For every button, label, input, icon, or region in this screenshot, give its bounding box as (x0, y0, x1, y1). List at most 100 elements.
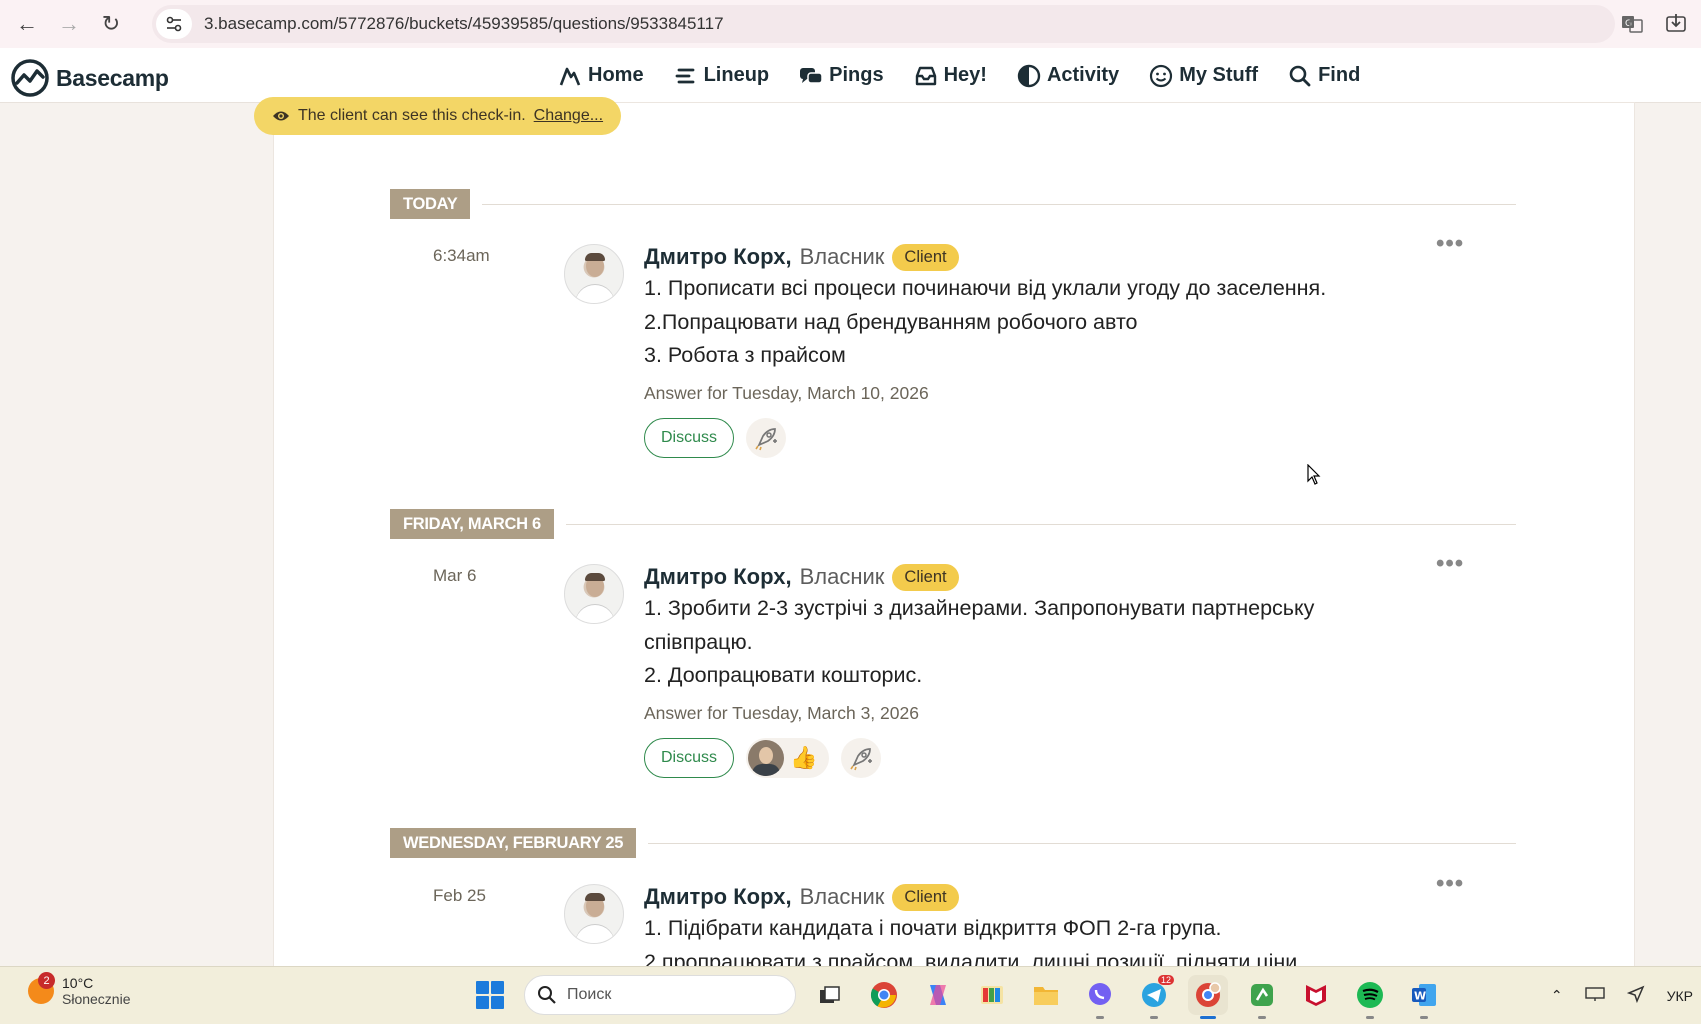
file-explorer-icon[interactable] (1026, 975, 1066, 1015)
author-name[interactable]: Дмитро Корх, (644, 244, 792, 270)
nav-activity-label: Activity (1046, 64, 1120, 86)
show-hidden-icons-icon[interactable]: ⌃ (1551, 987, 1563, 1004)
day-label: WEDNESDAY, FEBRUARY 25 (390, 828, 637, 858)
logo-text: Basecamp (56, 64, 169, 91)
nav-find-label: Find (1318, 64, 1361, 86)
copilot-icon[interactable] (918, 975, 958, 1015)
divider-line (565, 523, 1516, 525)
green-app-icon[interactable] (1242, 975, 1282, 1019)
author-role: Власник (799, 244, 885, 269)
visibility-text: The client can see this check-in. (298, 107, 526, 124)
url-text: 3.basecamp.com/5772876/buckets/45939585/… (204, 14, 724, 33)
avatar[interactable] (564, 564, 624, 624)
day-label: FRIDAY, MARCH 6 (390, 509, 554, 539)
weather-badge: 2 (38, 972, 55, 989)
avatar[interactable] (564, 244, 624, 304)
svg-text:W: W (1414, 990, 1426, 1003)
my-stuff-icon (1150, 64, 1173, 87)
day-label: TODAY (390, 189, 471, 219)
thumbs-up-icon: 👍 (790, 744, 818, 770)
nav-home-label: Home (588, 64, 644, 86)
nav-home[interactable]: Home (558, 64, 644, 88)
boost-reaction[interactable]: 👍 (746, 737, 830, 778)
discuss-button[interactable]: Discuss (644, 417, 735, 458)
rocket-boost-icon (755, 427, 778, 450)
answer-for-date[interactable]: Answer for Tuesday, March 10, 2026 (644, 383, 1464, 404)
author-name[interactable]: Дмитро Корх, (644, 564, 792, 590)
paint-app-icon[interactable] (972, 975, 1012, 1015)
taskbar-search[interactable]: Поиск (524, 975, 796, 1015)
weather-condition: Słonecznie (62, 991, 131, 1007)
nav-activity[interactable]: Activity (1017, 64, 1119, 88)
avatar[interactable] (564, 884, 624, 944)
weather-widget[interactable]: 2 10°C Słonecznie (28, 972, 131, 1007)
system-tray: ⌃ УКР (1551, 985, 1693, 1006)
nav-my-stuff-label: My Stuff (1179, 64, 1259, 86)
mouse-cursor-icon (1307, 463, 1321, 491)
start-button[interactable] (470, 975, 510, 1015)
nav-pings[interactable]: Pings (799, 64, 884, 88)
nav-find[interactable]: Find (1288, 64, 1360, 88)
entry-time[interactable]: 6:34am (433, 246, 490, 266)
answer-line: 3. Робота з прайсом (644, 343, 846, 367)
site-info-icon[interactable] (156, 9, 192, 39)
nav-my-stuff[interactable]: My Stuff (1149, 64, 1258, 88)
answer-line: 2.Попрацювати над брендуванням робочого … (644, 309, 1138, 334)
task-view-icon[interactable] (810, 975, 850, 1015)
reload-button[interactable]: ↻ (94, 7, 128, 41)
answer-line: 1. Підібрати кандидата і почати відкритт… (644, 916, 1222, 940)
windows-taskbar: 2 10°C Słonecznie Поиск 12 W ⌃ УКР (0, 966, 1701, 1024)
chrome-profile-icon[interactable] (1188, 975, 1228, 1019)
nav-lineup[interactable]: Lineup (674, 64, 769, 88)
search-icon (1289, 65, 1311, 86)
network-icon[interactable] (1584, 986, 1605, 1005)
divider-line (648, 842, 1516, 844)
author-role: Власник (799, 884, 885, 909)
translate-icon[interactable]: G (1617, 9, 1647, 39)
client-visibility-banner: The client can see this check-in. Change… (254, 97, 622, 135)
answer-line: 2.пропрацювати з прайсом, видалити, лишн… (644, 949, 1298, 967)
pings-icon (800, 67, 823, 84)
basecamp-logo[interactable]: Basecamp (10, 58, 169, 98)
address-bar[interactable]: 3.basecamp.com/5772876/buckets/45939585/… (152, 5, 1615, 43)
nav-pings-label: Pings (829, 64, 884, 86)
answer-line: 1. Зробити 2-3 зустрічі з дизайнерами. З… (644, 596, 1315, 620)
back-button[interactable]: ← (10, 7, 44, 41)
chrome-icon[interactable] (864, 975, 904, 1015)
client-badge: Client (892, 243, 959, 271)
spotify-icon[interactable] (1350, 975, 1390, 1019)
browser-toolbar: ← → ↻ 3.basecamp.com/5772876/buckets/459… (0, 0, 1701, 48)
more-options-icon[interactable]: ••• (1436, 550, 1464, 578)
author-role: Власник (799, 564, 885, 589)
boost-button[interactable] (841, 737, 882, 778)
more-options-icon[interactable]: ••• (1436, 870, 1464, 898)
nav-hey-label: Hey! (943, 64, 987, 86)
forward-button[interactable]: → (52, 7, 86, 41)
download-icon[interactable] (1661, 9, 1691, 39)
boost-button[interactable] (746, 417, 787, 458)
location-arrow-icon[interactable] (1626, 985, 1645, 1006)
author-name[interactable]: Дмитро Корх, (644, 884, 792, 910)
mcafee-icon[interactable] (1296, 975, 1336, 1015)
eye-icon (273, 111, 289, 121)
activity-icon (1017, 64, 1041, 87)
word-icon[interactable]: W (1404, 975, 1444, 1019)
answer-line: 2. Доопрацювати кошторис. (644, 663, 923, 687)
taskbar-search-placeholder: Поиск (567, 986, 612, 1003)
telegram-unread-count: 12 (1157, 975, 1174, 985)
entry-time[interactable]: Mar 6 (433, 566, 476, 586)
entry-time[interactable]: Feb 25 (433, 886, 486, 906)
viber-icon[interactable] (1080, 975, 1120, 1019)
client-badge: Client (892, 883, 959, 911)
checkin-answer: Дмитро Корх, Власник Client 1. Зробити 2… (644, 562, 1464, 778)
telegram-icon[interactable]: 12 (1134, 975, 1174, 1019)
home-icon (559, 67, 581, 85)
change-visibility-link[interactable]: Change... (534, 107, 603, 125)
answer-for-date[interactable]: Answer for Tuesday, March 3, 2026 (644, 703, 1464, 724)
sun-icon: 2 (28, 972, 55, 1004)
weather-temp: 10°C (62, 975, 94, 991)
nav-hey[interactable]: Hey! (914, 64, 987, 88)
more-options-icon[interactable]: ••• (1436, 230, 1464, 258)
language-indicator[interactable]: УКР (1667, 988, 1693, 1004)
discuss-button[interactable]: Discuss (644, 737, 735, 778)
